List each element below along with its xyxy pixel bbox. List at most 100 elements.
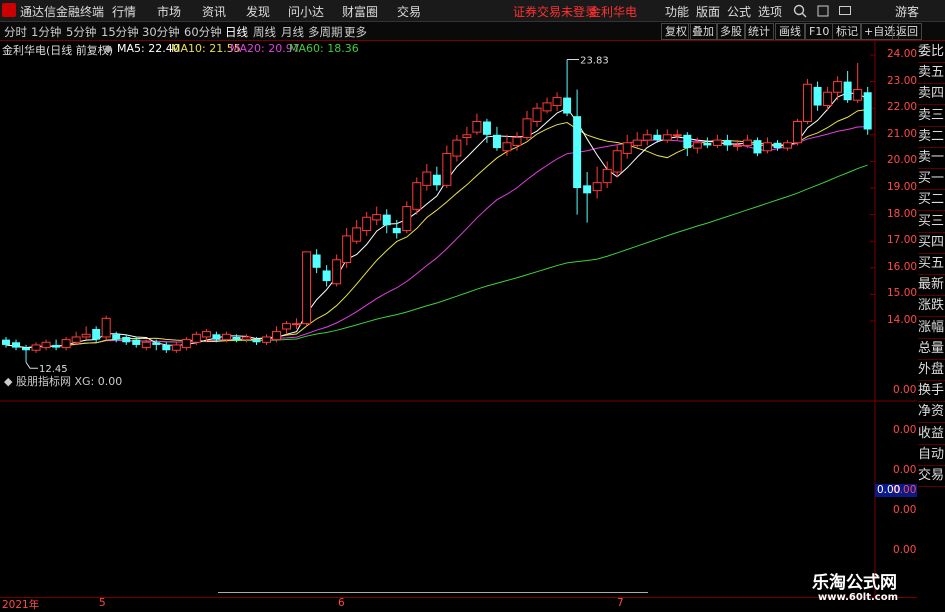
btn-fanhui[interactable]: 返回	[892, 23, 922, 40]
candle-body	[141, 341, 151, 349]
candle-body	[81, 333, 91, 338]
candle-body	[322, 270, 331, 282]
side-item[interactable]: 卖三	[918, 105, 945, 127]
side-item[interactable]: 涨跌	[918, 295, 945, 318]
stock-name-title: 金利华电	[589, 5, 638, 19]
side-item[interactable]: 卖五	[918, 62, 945, 85]
candle-body	[152, 342, 161, 345]
search-icon[interactable]	[793, 4, 807, 18]
side-item[interactable]: 自动	[918, 444, 945, 466]
side-item[interactable]: 交易	[918, 465, 945, 487]
candle-body	[502, 142, 512, 152]
indicator-axis-label: 0.00	[893, 384, 917, 396]
btn-diejia[interactable]: 叠加	[688, 23, 718, 40]
menu-gongshi[interactable]: 公式	[727, 3, 751, 20]
candle-body	[201, 331, 211, 338]
side-item[interactable]: 买二	[918, 189, 945, 212]
candle-body	[592, 182, 602, 192]
side-item[interactable]: 买一	[918, 168, 945, 191]
price-axis-label: 21.00	[887, 127, 918, 140]
side-item[interactable]: 卖一	[918, 147, 945, 169]
date-tick-2021: 2021年	[2, 599, 40, 611]
side-item[interactable]: 最新	[918, 274, 945, 297]
skin-icon[interactable]	[816, 4, 830, 18]
indicator-axis-label: 0.00	[893, 424, 917, 436]
candle-body	[512, 136, 522, 146]
side-item[interactable]: 卖二	[918, 126, 945, 148]
menu-shichang[interactable]: 市场	[157, 3, 181, 20]
side-item[interactable]: 外盘	[918, 359, 945, 381]
date-axis: 2021年 5 6 7	[0, 592, 917, 611]
menu-caifuquan[interactable]: 财富圈	[342, 3, 378, 20]
horizontal-scrollbar[interactable]	[218, 592, 648, 593]
side-item[interactable]: 总量	[918, 338, 945, 360]
candle-body	[783, 142, 793, 149]
message-icon[interactable]	[838, 4, 852, 18]
kline-chart[interactable]: 23.83 12.45 ◆ 股朋指标网 XG: 0.00	[0, 40, 917, 597]
menu-faxian[interactable]: 发现	[246, 3, 270, 20]
menu-zixun[interactable]: 资讯	[202, 3, 226, 20]
date-tick-7: 7	[617, 597, 624, 609]
btn-tongji[interactable]: 统计	[744, 23, 774, 40]
menu-banmian[interactable]: 版面	[696, 3, 720, 20]
btn-fuquan[interactable]: 复权	[661, 23, 691, 40]
guest-label[interactable]: 游客	[895, 3, 919, 20]
watermark-title: 乐淘公式网	[812, 573, 897, 593]
price-axis-label: 17.00	[887, 234, 918, 247]
candle-body	[372, 214, 382, 221]
menu-jiaoyi[interactable]: 交易	[397, 3, 421, 20]
candle-body	[241, 336, 251, 341]
candle-body	[793, 121, 803, 144]
period-month[interactable]: 月线	[281, 24, 304, 40]
indicator-axis-label: 0.00	[893, 504, 917, 516]
side-item[interactable]: 买三	[918, 211, 945, 233]
btn-duogu[interactable]: 多股	[716, 23, 746, 40]
candle-body	[532, 107, 542, 122]
extreme-mark-label: 23.83	[580, 56, 609, 67]
candle-body	[753, 140, 762, 154]
date-tick-5: 5	[99, 597, 106, 609]
watermark-url: www.60lt.com	[818, 592, 899, 603]
period-1min[interactable]: 1分钟	[31, 24, 61, 40]
menu-hangqing[interactable]: 行情	[112, 3, 136, 20]
candle-body	[452, 139, 462, 157]
candle-body	[642, 134, 652, 141]
side-item[interactable]: 买四	[918, 232, 945, 254]
side-item[interactable]: 换手	[918, 380, 945, 403]
period-week[interactable]: 周线	[253, 24, 276, 40]
period-fenshi[interactable]: 分时	[4, 24, 27, 40]
period-30min[interactable]: 30分钟	[142, 24, 180, 40]
title-bar: 通达信金融终端 行情 市场 资讯 发现 问小达 财富圈 交易 证券交易未登录 金…	[0, 0, 945, 22]
side-item[interactable]: 卖四	[918, 83, 945, 106]
btn-f10[interactable]: F10	[805, 23, 834, 40]
menu-wenxiaoda[interactable]: 问小达	[288, 3, 324, 20]
period-day[interactable]: 日线	[225, 24, 248, 40]
side-item[interactable]: 买五	[918, 253, 945, 275]
side-item[interactable]: 委比	[918, 41, 945, 63]
side-item[interactable]: 净资	[918, 401, 945, 424]
menu-xuanxiang[interactable]: 选项	[758, 3, 782, 20]
period-more[interactable]: 更多	[344, 24, 367, 40]
candle-body	[843, 81, 852, 101]
candle-body	[31, 344, 41, 351]
side-item[interactable]: 涨幅	[918, 317, 945, 339]
price-axis-label: 20.00	[887, 154, 918, 167]
menu-gongneng[interactable]: 功能	[665, 3, 689, 20]
side-item[interactable]: 收益	[918, 423, 945, 445]
login-notice[interactable]: 证券交易未登录	[513, 3, 597, 20]
candle-body	[41, 341, 51, 349]
btn-huaxian[interactable]: 画线	[775, 23, 805, 40]
period-multi[interactable]: 多周期	[308, 24, 343, 40]
candle-body	[602, 168, 612, 184]
btn-biaoji[interactable]: 标记	[832, 23, 862, 40]
period-5min[interactable]: 5分钟	[66, 24, 96, 40]
candle-body	[282, 323, 292, 330]
period-60min[interactable]: 60分钟	[184, 24, 222, 40]
candle-body	[342, 235, 352, 263]
period-15min[interactable]: 15分钟	[101, 24, 139, 40]
candle-body	[462, 134, 472, 138]
candle-body	[472, 121, 482, 133]
candle-body	[362, 216, 372, 232]
candle-body	[492, 134, 501, 149]
price-axis-label: 23.00	[887, 74, 918, 87]
